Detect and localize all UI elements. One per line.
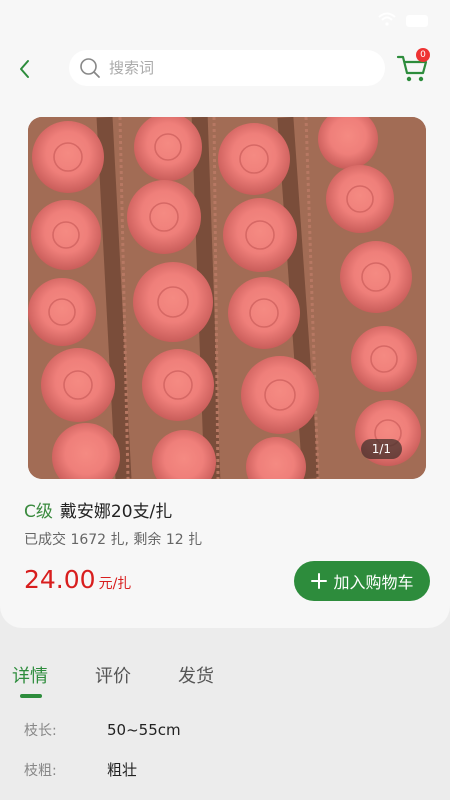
status-bar xyxy=(0,0,450,38)
cart-count-badge: 0 xyxy=(416,48,430,62)
grade-label: C级 xyxy=(24,502,53,522)
plus-icon xyxy=(311,573,328,589)
back-button[interactable] xyxy=(12,54,36,84)
cart-button[interactable]: 0 xyxy=(396,48,432,86)
tab-shipping[interactable]: 发货 xyxy=(178,662,214,688)
add-to-cart-button[interactable]: 加入购物车 xyxy=(294,561,430,601)
detail-row: 枝粗: 粗壮 xyxy=(24,759,137,780)
sales-info: 已成交 1672 扎, 剩余 12 扎 xyxy=(24,532,203,548)
price-unit: 元/扎 xyxy=(98,576,132,592)
image-counter: 1/1 xyxy=(360,439,402,459)
product-image[interactable]: 1/1 xyxy=(28,117,426,479)
search-input[interactable] xyxy=(109,59,359,77)
detail-tabs: 详情 评价 发货 xyxy=(0,662,450,702)
price-value: 24.00 xyxy=(24,565,96,594)
price: 24.00 元/扎 xyxy=(24,565,131,594)
product-card: 0 xyxy=(0,0,450,628)
rose-bouquet-image xyxy=(28,117,426,479)
search-bar[interactable] xyxy=(69,50,385,86)
detail-label: 枝粗: xyxy=(24,763,57,779)
detail-row: 枝长: 50~55cm xyxy=(24,720,181,740)
active-tab-indicator xyxy=(20,694,42,698)
detail-label: 枝长: xyxy=(24,723,57,739)
chevron-left-icon xyxy=(20,60,29,78)
add-to-cart-label: 加入购物车 xyxy=(333,573,414,592)
detail-value: 50~55cm xyxy=(107,721,181,739)
product-name: 戴安娜20支/扎 xyxy=(59,502,173,522)
tab-reviews[interactable]: 评价 xyxy=(95,662,131,688)
header: 0 xyxy=(0,48,450,88)
search-icon xyxy=(80,58,100,78)
battery-icon xyxy=(406,14,428,27)
tab-details[interactable]: 详情 xyxy=(12,662,48,688)
product-title: C级 戴安娜20支/扎 xyxy=(24,497,172,522)
wifi-icon xyxy=(378,11,396,30)
detail-value: 粗壮 xyxy=(107,761,138,779)
